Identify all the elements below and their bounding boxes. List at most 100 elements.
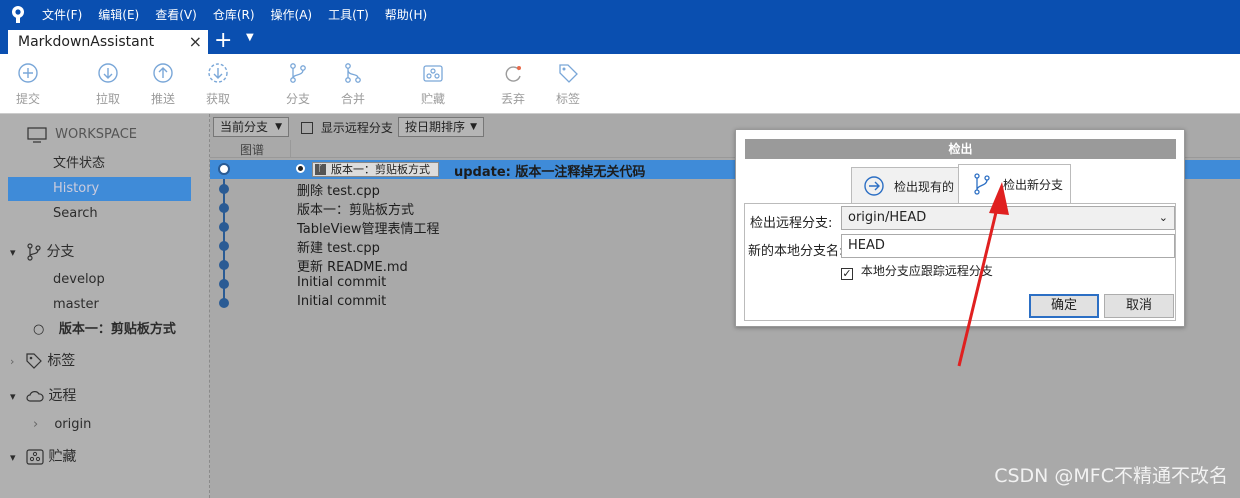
graph-column-header[interactable]: 图谱 xyxy=(240,141,264,158)
commit-button[interactable]: 提交 xyxy=(3,62,53,107)
head-marker-icon xyxy=(296,164,305,173)
toolbar: 提交 拉取 推送 获取 分支 合并 贮藏 丢弃 标签 xyxy=(0,54,1240,114)
tag-label: 标签 xyxy=(555,92,580,106)
stashes-label: 贮藏 xyxy=(48,449,77,465)
sidebar-item-history[interactable]: History xyxy=(8,177,191,201)
chevron-down-icon[interactable]: ▾ xyxy=(10,246,16,259)
repo-tab-title: MarkdownAssistant xyxy=(18,34,155,50)
menu-help[interactable]: 帮助(H) xyxy=(385,6,427,23)
repo-tab[interactable]: MarkdownAssistant × xyxy=(8,30,208,54)
chevron-down-icon: ▼ xyxy=(470,122,477,132)
chevron-down-icon: ⌄ xyxy=(1158,211,1168,224)
menu-file[interactable]: 文件(F) xyxy=(42,6,82,23)
stash-icon xyxy=(26,449,44,465)
menu-tools[interactable]: 工具(T) xyxy=(328,6,369,23)
new-tab-icon[interactable]: + xyxy=(214,28,232,54)
pull-button[interactable]: 拉取 xyxy=(83,62,133,107)
tag-button[interactable]: 标签 xyxy=(543,62,593,107)
merge-button[interactable]: 合并 xyxy=(328,62,378,107)
remote-branch-label: 检出远程分支: xyxy=(750,216,833,231)
branches-section[interactable]: ▾ 分支 xyxy=(0,240,210,264)
discard-icon xyxy=(505,66,521,82)
tag-icon xyxy=(26,353,42,369)
branch-item[interactable]: develop xyxy=(0,268,210,292)
menu-repository[interactable]: 仓库(R) xyxy=(213,6,255,23)
branch-button[interactable]: 分支 xyxy=(273,62,323,107)
commit-message: Initial commit xyxy=(297,294,387,309)
branch-filter-select[interactable]: 当前分支 ▼ xyxy=(213,117,289,137)
sidebar-item-search[interactable]: Search xyxy=(0,202,210,226)
menu-actions[interactable]: 操作(A) xyxy=(271,6,313,23)
discard-label: 丢弃 xyxy=(500,92,525,106)
branch-label: 分支 xyxy=(285,92,310,106)
commit-message: 更新 README.md xyxy=(297,260,408,275)
checkbox-icon[interactable] xyxy=(301,122,313,134)
branch-badge[interactable]: ᚴ 版本一：剪贴板方式 xyxy=(312,162,439,177)
dialog-title: 检出 xyxy=(745,139,1176,159)
commit-message: 新建 test.cpp xyxy=(297,241,380,256)
graph-head-node xyxy=(218,163,230,175)
commit-message: update: 版本一注释掉无关代码 xyxy=(454,165,646,180)
file-status-label: 文件状态 xyxy=(53,156,106,171)
merge-icon xyxy=(345,63,361,83)
graph-node xyxy=(219,298,229,308)
fetch-button[interactable]: 获取 xyxy=(193,62,243,107)
graph-node xyxy=(219,279,229,289)
close-tab-icon[interactable]: × xyxy=(189,32,202,51)
branch-filter-value: 当前分支 xyxy=(220,120,269,134)
chevron-right-icon[interactable]: › xyxy=(33,417,38,432)
history-label: History xyxy=(53,181,100,196)
graph-node xyxy=(219,260,229,270)
checkbox-checked-icon[interactable]: ✓ xyxy=(841,268,853,280)
graph-node xyxy=(219,203,229,213)
show-remote-checkbox[interactable]: 显示远程分支 xyxy=(301,119,393,136)
monitor-icon xyxy=(27,126,47,143)
remotes-section[interactable]: ▾ 远程 xyxy=(0,384,210,408)
menu-edit[interactable]: 编辑(E) xyxy=(98,6,139,23)
menu-bar: 文件(F) 编辑(E) 查看(V) 仓库(R) 操作(A) 工具(T) 帮助(H… xyxy=(34,0,435,28)
sidebar-item-file-status[interactable]: 文件状态 xyxy=(0,152,210,176)
remote-item[interactable]: › origin xyxy=(0,413,210,437)
stashes-section[interactable]: ▾ 贮藏 xyxy=(0,445,210,469)
tags-section[interactable]: › 标签 xyxy=(0,349,210,373)
watermark: CSDN @MFC不精通不改名 xyxy=(994,465,1228,487)
sort-select[interactable]: 按日期排序 ▼ xyxy=(398,117,484,137)
fetch-circle-icon xyxy=(208,63,228,83)
remote-item-label: origin xyxy=(54,417,92,432)
cloud-icon xyxy=(26,391,44,402)
ok-button[interactable]: 确定 xyxy=(1029,294,1099,318)
plus-circle-icon xyxy=(18,63,38,83)
local-branch-label: 新的本地分支名: xyxy=(748,244,844,259)
branch-badge-icon: ᚴ xyxy=(315,164,326,175)
branch-badge-label: 版本一：剪贴板方式 xyxy=(331,163,430,176)
upload-circle-icon xyxy=(153,63,173,83)
tab-dropdown-icon[interactable]: ▼ xyxy=(246,32,254,43)
discard-button[interactable]: 丢弃 xyxy=(488,62,538,107)
workspace-label: WORKSPACE xyxy=(55,127,137,142)
sourcetree-logo-icon[interactable] xyxy=(8,4,28,24)
chevron-right-icon[interactable]: › xyxy=(10,355,14,368)
graph-node xyxy=(219,184,229,194)
download-circle-icon xyxy=(98,63,118,83)
title-bar: 文件(F) 编辑(E) 查看(V) 仓库(R) 操作(A) 工具(T) 帮助(H… xyxy=(0,0,1240,28)
tag-icon xyxy=(559,64,578,83)
branch-item-current[interactable]: ○ 版本一：剪贴板方式 xyxy=(0,318,210,342)
chevron-down-icon: ▼ xyxy=(275,122,282,132)
remotes-label: 远程 xyxy=(48,388,77,404)
push-button[interactable]: 推送 xyxy=(138,62,188,107)
chevron-down-icon[interactable]: ▾ xyxy=(10,451,16,464)
commit-message: TableView管理表情工程 xyxy=(297,222,440,237)
column-divider xyxy=(290,140,291,158)
remote-branch-value: origin/HEAD xyxy=(848,210,927,225)
cancel-button[interactable]: 取消 xyxy=(1104,294,1174,318)
branch-item[interactable]: master xyxy=(0,293,210,317)
commit-label: 提交 xyxy=(15,92,40,106)
commit-message: Initial commit xyxy=(297,275,387,290)
chevron-down-icon[interactable]: ▾ xyxy=(10,390,16,403)
pull-label: 拉取 xyxy=(95,92,120,106)
branch-item-label: master xyxy=(53,297,99,312)
graph-node xyxy=(219,222,229,232)
branch-icon xyxy=(290,63,306,83)
menu-view[interactable]: 查看(V) xyxy=(155,6,197,23)
stash-button[interactable]: 贮藏 xyxy=(408,62,458,107)
